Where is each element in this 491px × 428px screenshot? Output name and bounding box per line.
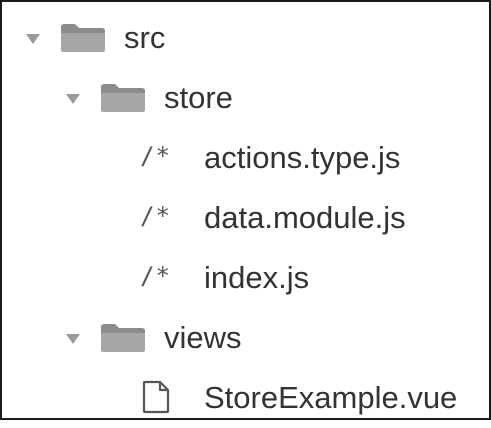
- js-file-icon: /*: [140, 262, 171, 290]
- chevron-down-icon[interactable]: [66, 334, 80, 344]
- tree-item-label: actions.type.js: [204, 140, 401, 175]
- js-file-icon: /*: [140, 142, 171, 170]
- file-icon: [142, 380, 170, 414]
- tree-file-storeexample-vue[interactable]: StoreExample.vue: [2, 370, 489, 428]
- tree-item-label: src: [124, 20, 166, 55]
- tree-item-label: store: [164, 80, 233, 115]
- tree-folder-src[interactable]: src: [2, 10, 489, 68]
- chevron-down-icon[interactable]: [26, 34, 40, 44]
- tree-folder-store[interactable]: store: [2, 70, 489, 128]
- tree-file-data-module-js[interactable]: /* data.module.js: [2, 190, 489, 248]
- tree-folder-views[interactable]: views: [2, 310, 489, 368]
- tree-item-label: views: [164, 320, 242, 355]
- file-tree: src store /* actions.type.js /* data.mod…: [2, 2, 489, 418]
- folder-icon: [101, 324, 145, 352]
- chevron-down-icon[interactable]: [66, 94, 80, 104]
- folder-icon: [101, 84, 145, 112]
- tree-item-label: data.module.js: [204, 200, 406, 235]
- tree-item-label: index.js: [204, 260, 310, 295]
- file-explorer-panel: src store /* actions.type.js /* data.mod…: [0, 0, 491, 420]
- tree-file-actions-type-js[interactable]: /* actions.type.js: [2, 130, 489, 188]
- tree-item-label: StoreExample.vue: [204, 380, 458, 415]
- tree-file-index-js[interactable]: /* index.js: [2, 250, 489, 308]
- js-file-icon: /*: [140, 202, 171, 230]
- folder-icon: [61, 24, 105, 52]
